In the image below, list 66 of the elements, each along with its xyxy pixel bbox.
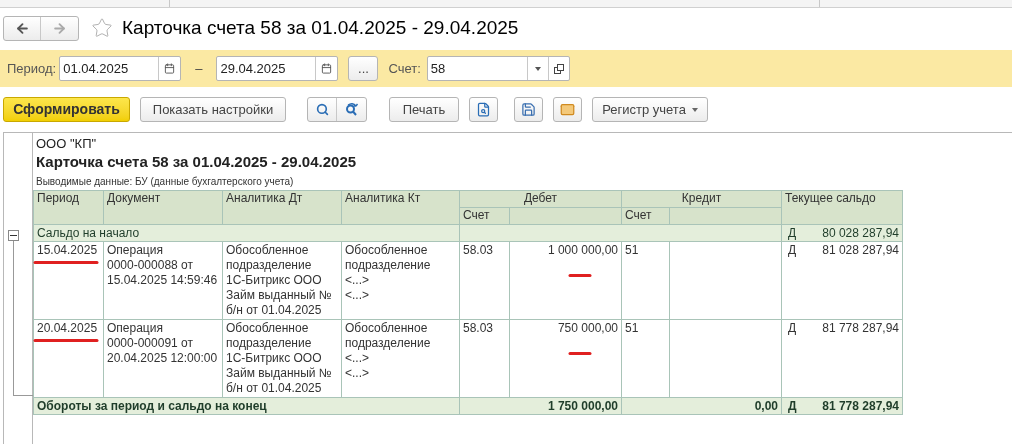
account-cell: 58.03 [463,243,494,257]
report-title: Карточка счета 58 за 01.04.2025 - 29.04.2025 [35,152,358,171]
totals-label: Обороты за период и сальдо на конец [37,398,267,413]
analytics-cell-text: Обособленное подразделение <...> <...> [345,243,432,303]
account-field[interactable]: 58 [426,56,570,81]
open-window-icon [553,63,564,74]
annotation-stroke [568,351,592,356]
column-header: Период [33,190,104,225]
show-settings-button[interactable]: Показать настройки [140,97,286,122]
annotation-stroke [33,338,99,343]
print-button[interactable]: Печать [389,97,459,122]
account-label: Счет: [388,59,421,78]
account-cell: 51 [625,243,639,257]
save-button[interactable] [514,97,543,122]
forward-icon [52,20,67,36]
save-icon [521,102,536,117]
email-button[interactable] [553,97,582,122]
totals-amount: 1 750 000,00 [547,398,618,413]
organization-name: ООО "КП" [35,135,98,151]
date-to-field[interactable]: 29.04.2025 [216,56,339,81]
window-title: Карточка счета 58 за 01.04.2025 - 29.04.2025 [122,15,519,40]
annotation-stroke [33,260,99,265]
column-header: Текущее сальдо [781,190,903,225]
dropdown-caret-icon [691,107,698,112]
generate-button[interactable]: Сформировать [3,97,130,122]
calendar-icon [164,63,176,74]
analytics-cell-text: Обособленное подразделение 1С-Битрикс ООО Займ выданный № б/н от 01.04.2025 [226,321,333,396]
annotation-stroke [568,273,592,278]
preview-button[interactable] [469,97,498,122]
balance-side: Д [787,398,797,414]
amount-cell: 1 000 000,00 [547,243,618,257]
star-icon[interactable] [91,17,113,39]
amount-cell: 750 000,00 [557,321,618,335]
account-cell: 58.03 [463,321,494,335]
balance-side: Д [787,321,797,336]
dropdown-caret-icon [534,66,541,71]
account-cell: 51 [625,321,639,335]
column-header: Аналитика Кт [341,190,460,225]
balance-amount: 81 028 287,94 [822,243,899,258]
column-header: Документ [103,190,223,225]
period-cell: 20.04.2025 [37,321,98,335]
totals-amount: 0,00 [754,398,778,413]
more-button[interactable]: ... [348,56,379,81]
analytics-cell-text: Обособленное подразделение <...> <...> [345,321,432,381]
calendar-icon [321,63,333,74]
register-button[interactable]: Регистр учета [592,97,708,122]
collapse-toggle[interactable] [8,230,19,241]
balance-amount: 81 778 287,94 [822,398,899,414]
period-label: Период: [7,59,57,78]
dash-text: – [195,59,203,78]
column-header: Аналитика Дт [222,190,342,225]
balance-amount: 80 028 287,94 [822,225,899,241]
back-icon [14,20,30,36]
search-icon [315,103,329,116]
analytics-cell-text: Обособленное подразделение 1С-Битрикс ООО Займ выданный № б/н от 01.04.2025 [226,243,333,318]
period-cell: 15.04.2025 [37,243,98,257]
balance-side: Д [787,243,797,258]
date-from-field[interactable]: 01.04.2025 [59,56,182,81]
report-subtitle: Выводимые данные: БУ (данные бухгалтерского учета) [35,175,295,189]
balance-side: Д [787,225,797,241]
column-header: Дебет [459,190,622,208]
column-header: Кредит [621,190,782,208]
preview-icon [476,102,491,117]
search-refresh-icon [344,103,359,116]
balance-amount: 81 778 287,94 [822,321,899,336]
opening-balance-label: Сальдо на начало [33,224,460,242]
